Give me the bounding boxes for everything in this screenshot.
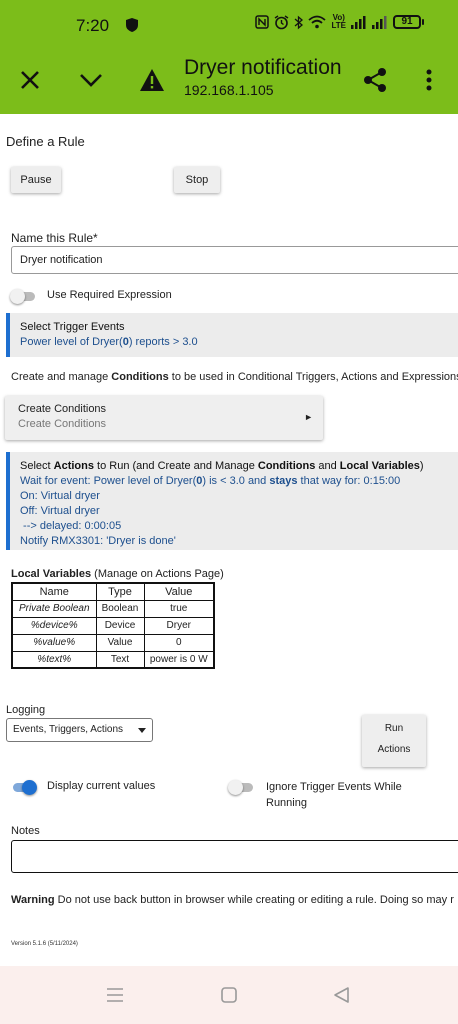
trigger-events-heading: Select Trigger Events [20, 321, 125, 333]
trigger-event-summary: Power level of Dryer(0) reports > 3.0 [20, 336, 198, 348]
required-expression-toggle[interactable] [10, 289, 36, 304]
triangle-right-icon: ► [304, 412, 313, 422]
notes-input[interactable] [11, 840, 458, 873]
system-nav-bar [0, 966, 458, 1024]
nfc-icon [255, 15, 270, 29]
var-value: Dryer [143, 616, 215, 635]
action-line: Notify RMX3301: 'Dryer is done' [20, 535, 176, 547]
host-address: 192.168.1.105 [184, 82, 274, 98]
caret-down-icon [138, 728, 146, 733]
table-row: %value% Value 0 [11, 633, 215, 652]
menu-icon[interactable] [105, 986, 125, 1004]
page-title-appbar: Dryer notification [184, 56, 342, 79]
share-icon[interactable] [357, 62, 393, 98]
ignore-trigger-toggle[interactable] [228, 780, 254, 795]
action-wait: Wait for event: Power level of Dryer(0) … [20, 475, 401, 487]
var-name: %value% [11, 633, 97, 652]
chevron-down-icon[interactable] [73, 62, 109, 98]
signal-icon-2 [372, 15, 387, 29]
alarm-icon [275, 14, 289, 29]
warning-icon[interactable] [134, 62, 170, 98]
var-type: Text [95, 650, 145, 669]
back-icon[interactable] [332, 986, 352, 1004]
battery-icon: 91 [393, 15, 424, 29]
logging-label: Logging [6, 704, 46, 716]
display-current-values-toggle[interactable] [10, 780, 37, 795]
more-vert-icon[interactable] [411, 62, 447, 98]
close-icon[interactable] [12, 62, 48, 98]
var-type: Device [95, 616, 145, 635]
battery-level: 91 [393, 15, 421, 29]
create-conditions-title: Create Conditions [18, 403, 107, 415]
rule-name-input[interactable]: Dryer notification [11, 246, 458, 274]
pause-button[interactable]: Pause [11, 167, 61, 193]
ignore-trigger-label: Ignore Trigger Events While Running [266, 781, 402, 809]
table-row: %device% Device Dryer [11, 616, 215, 635]
rule-editor: Define a Rule Pause Stop Name this Rule*… [0, 114, 458, 966]
action-line: --> delayed: 0:00:05 [20, 520, 122, 532]
var-name: %device% [11, 616, 97, 635]
stop-button[interactable]: Stop [174, 167, 220, 193]
local-variables-table: Name Type Value Private Boolean Boolean tr… [11, 582, 215, 669]
actions-heading: Select Actions to Run (and Create and Ma… [20, 460, 424, 472]
warning-text: Warning Do not use back button in browse… [11, 894, 454, 906]
required-expression-label: Use Required Expression [47, 289, 172, 301]
column-header: Type [95, 582, 145, 601]
actions-panel[interactable]: Select Actions to Run (and Create and Ma… [6, 452, 458, 550]
status-bar: 7:20 Vo) LTE 91 [0, 0, 458, 50]
shield-icon [126, 18, 138, 32]
logging-select[interactable]: Events, Triggers, Actions [6, 718, 153, 742]
var-type: Value [95, 633, 145, 652]
create-conditions-subtitle: Create Conditions [18, 418, 107, 430]
create-conditions-button[interactable]: Create Conditions Create Conditions ► [5, 396, 323, 440]
table-row: Private Boolean Boolean true [11, 599, 215, 618]
var-value: power is 0 W [143, 650, 215, 669]
status-time: 7:20 [76, 16, 110, 35]
local-variables-title: Local Variables (Manage on Actions Page) [11, 568, 224, 580]
display-current-values-label: Display current values [47, 780, 156, 792]
run-actions-line2: Actions [377, 744, 411, 755]
column-header: Value [143, 582, 215, 601]
var-name: %text% [11, 650, 97, 669]
version-text: Version 5.1.6 (5/11/2024) [11, 941, 78, 947]
bluetooth-icon [295, 15, 304, 29]
var-value: 0 [143, 633, 215, 652]
action-line: On: Virtual dryer [20, 490, 100, 502]
action-line: Off: Virtual dryer [20, 505, 100, 517]
var-value: true [143, 599, 215, 618]
table-row: %text% Text power is 0 W [11, 650, 215, 669]
page-title: Define a Rule [6, 134, 85, 149]
rule-name-label: Name this Rule* [11, 231, 98, 245]
var-name: Private Boolean [11, 599, 97, 618]
run-actions-button[interactable]: Run Actions [362, 715, 426, 767]
table-header-row: Name Type Value [11, 582, 215, 601]
var-type: Boolean [95, 599, 145, 618]
home-icon[interactable] [219, 986, 239, 1004]
logging-selected-value: Events, Triggers, Actions [13, 724, 124, 735]
trigger-events-panel[interactable]: Select Trigger Events Power level of Dry… [6, 313, 458, 357]
notes-label: Notes [11, 825, 40, 837]
wifi-icon [308, 15, 327, 29]
run-actions-line1: Run [384, 723, 404, 734]
volte-icon: Vo) LTE [331, 13, 346, 30]
signal-icon [351, 15, 366, 29]
column-header: Name [11, 582, 97, 601]
status-icons: Vo) LTE 91 [255, 14, 424, 30]
app-bar: Dryer notification 192.168.1.105 [0, 50, 458, 114]
conditions-intro: Create and manage Conditions to be used … [11, 371, 458, 383]
